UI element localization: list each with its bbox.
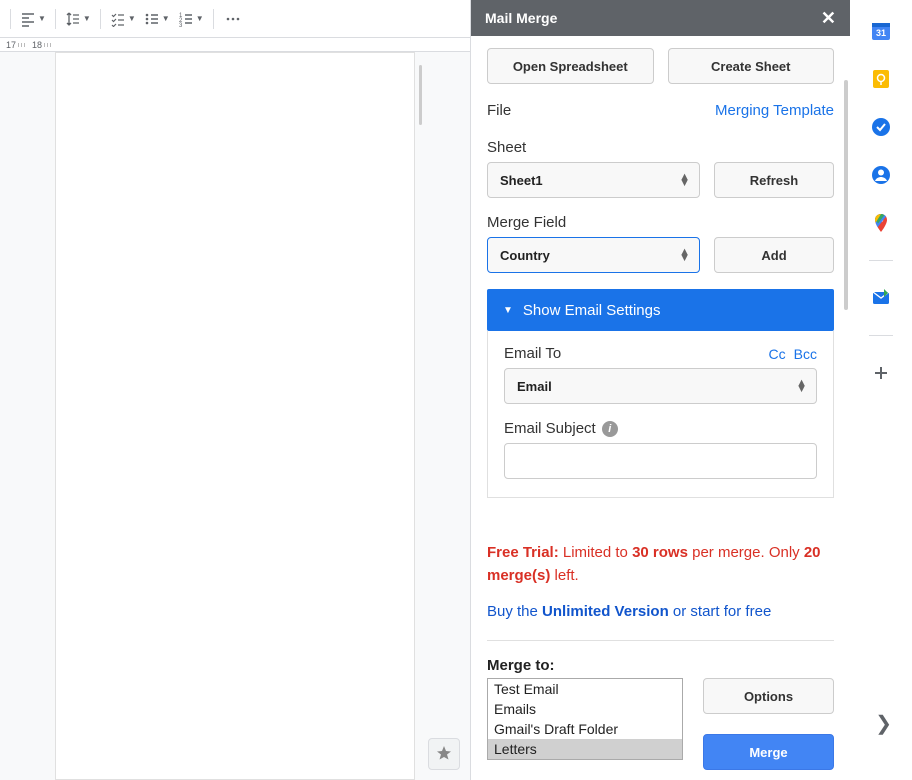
chevron-down-icon: ▼: [162, 14, 170, 23]
side-rail: 31 ❯: [850, 0, 912, 780]
keep-icon[interactable]: [870, 68, 892, 90]
divider: [487, 640, 834, 641]
email-to-label: Email To: [504, 345, 561, 362]
add-addon-button[interactable]: [870, 362, 892, 384]
document-page[interactable]: [55, 52, 415, 780]
ruler-mark: 18: [32, 40, 42, 50]
calendar-icon[interactable]: 31: [870, 20, 892, 42]
buy-link[interactable]: Buy the Unlimited Version: [487, 603, 669, 620]
expand-rail-button[interactable]: ❯: [875, 711, 892, 736]
info-icon[interactable]: i: [602, 421, 618, 437]
line-spacing-button[interactable]: ▼: [62, 5, 94, 33]
divider: [869, 260, 893, 261]
chevron-down-icon: ▼: [83, 14, 91, 23]
merge-field-label: Merge Field: [487, 214, 566, 231]
panel-title: Mail Merge: [485, 10, 557, 26]
checklist-button[interactable]: ▼: [107, 5, 139, 33]
open-spreadsheet-button[interactable]: Open Spreadsheet: [487, 48, 654, 84]
svg-text:3: 3: [179, 23, 183, 27]
email-subject-label: Email Subject: [504, 420, 596, 437]
svg-text:31: 31: [876, 28, 886, 38]
mail-merge-panel: Mail Merge ✕ Open Spreadsheet Create She…: [470, 0, 850, 780]
merge-to-listbox[interactable]: Test EmailEmailsGmail's Draft FolderLett…: [487, 678, 683, 760]
contacts-icon[interactable]: [870, 164, 892, 186]
create-sheet-button[interactable]: Create Sheet: [668, 48, 835, 84]
chevron-down-icon: ▼: [38, 14, 46, 23]
merge-to-option[interactable]: Test Email: [488, 679, 682, 699]
sheet-select[interactable]: Sheet1: [487, 162, 700, 198]
addon-icon[interactable]: [870, 287, 892, 309]
margin-handle[interactable]: [419, 65, 422, 125]
add-button[interactable]: Add: [714, 237, 834, 273]
merge-to-option[interactable]: Gmail's Draft Folder: [488, 719, 682, 739]
numbered-list-button[interactable]: 123 ▼: [175, 5, 207, 33]
align-button[interactable]: ▼: [17, 5, 49, 33]
options-button[interactable]: Options: [703, 678, 834, 714]
separator: [10, 9, 11, 29]
separator: [100, 9, 101, 29]
file-label: File: [487, 102, 511, 119]
close-icon[interactable]: ✕: [821, 8, 836, 29]
refresh-button[interactable]: Refresh: [714, 162, 834, 198]
email-subject-input[interactable]: [504, 443, 817, 479]
chevron-down-icon: ▼: [196, 14, 204, 23]
ruler-mark: 17: [6, 40, 16, 50]
sheet-label: Sheet: [487, 139, 526, 156]
merge-to-option[interactable]: Emails: [488, 699, 682, 719]
document-area: [0, 52, 470, 780]
maps-icon[interactable]: [870, 212, 892, 234]
separator: [55, 9, 56, 29]
email-to-select[interactable]: Email: [504, 368, 817, 404]
trial-text: Free Trial: Limited to 30 rows per merge…: [487, 542, 834, 587]
merge-button[interactable]: Merge: [703, 734, 834, 770]
cc-link[interactable]: Cc: [769, 346, 786, 362]
more-button[interactable]: [220, 5, 246, 33]
scrollbar[interactable]: [844, 80, 848, 310]
merge-to-label: Merge to:: [487, 657, 834, 674]
tasks-icon[interactable]: [870, 116, 892, 138]
explore-button[interactable]: [428, 738, 460, 770]
bcc-link[interactable]: Bcc: [794, 346, 817, 362]
merge-to-option[interactable]: Letters: [488, 739, 682, 759]
bulleted-list-button[interactable]: ▼: [141, 5, 173, 33]
panel-header: Mail Merge ✕: [471, 0, 850, 36]
triangle-down-icon: ▼: [503, 305, 513, 316]
merge-field-select[interactable]: Country: [487, 237, 700, 273]
show-email-settings-toggle[interactable]: ▼ Show Email Settings: [487, 289, 834, 331]
separator: [213, 9, 214, 29]
merging-template-link[interactable]: Merging Template: [715, 102, 834, 119]
start-free-link[interactable]: or start for free: [669, 603, 772, 620]
chevron-down-icon: ▼: [128, 14, 136, 23]
divider: [869, 335, 893, 336]
